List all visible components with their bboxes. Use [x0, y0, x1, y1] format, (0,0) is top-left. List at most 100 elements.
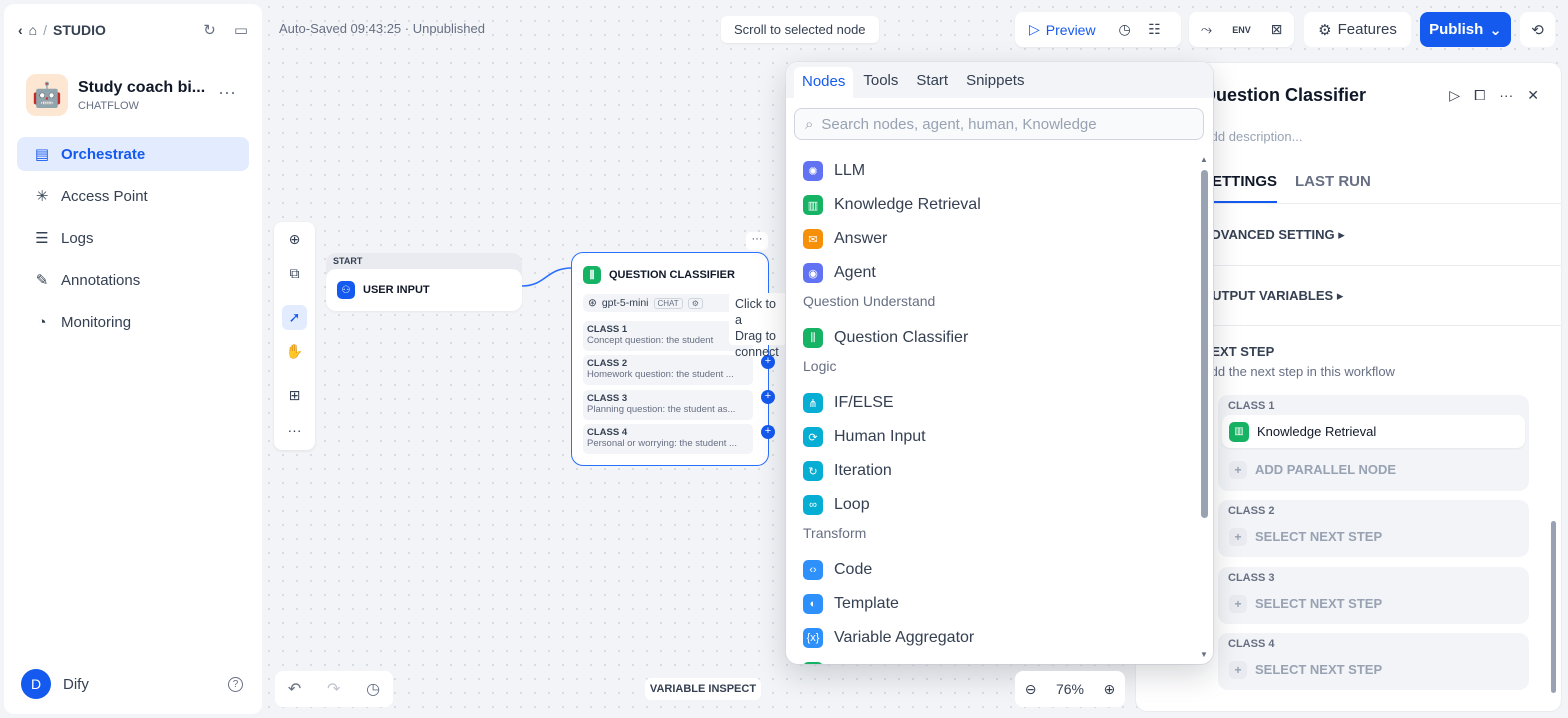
more-options-icon[interactable]: ··· [282, 417, 307, 442]
features-button[interactable]: ⚙ Features [1304, 12, 1411, 47]
env-icon[interactable]: ENV [1227, 15, 1257, 45]
breadcrumb-studio[interactable]: STUDIO [53, 22, 106, 38]
description-input[interactable]: Add description... [1202, 129, 1302, 144]
add-note-icon[interactable]: ⧉ [282, 261, 307, 286]
sidebar-item-orchestrate[interactable]: ▤ Orchestrate [17, 137, 249, 171]
select-next-step-button[interactable]: + SELECT NEXT STEP [1222, 587, 1525, 620]
user-account[interactable]: D Dify [21, 669, 89, 699]
picker-scrollbar[interactable] [1201, 170, 1208, 518]
node-option-llm[interactable]: ✺ LLM [803, 161, 865, 181]
qc-class-row: CLASS 4 Personal or worrying: the studen… [583, 424, 753, 454]
node-option-doc-extractor[interactable]: ▤ Doc Extractor [803, 662, 931, 664]
select-next-step-button[interactable]: + SELECT NEXT STEP [1222, 653, 1525, 686]
node-option-variable-aggregator[interactable]: {x} Variable Aggregator [803, 628, 974, 648]
agent-icon: ◉ [803, 263, 823, 283]
select-next-step-button[interactable]: + SELECT NEXT STEP [1222, 520, 1525, 553]
add-parallel-node-button[interactable]: + ADD PARALLEL NODE [1222, 453, 1525, 486]
close-icon[interactable]: ✕ [1527, 87, 1539, 104]
node-option-answer[interactable]: ✉ Answer [803, 229, 887, 249]
node-search-input[interactable]: ⌕ Search nodes, agent, human, Knowledge [794, 108, 1204, 140]
undo-icon[interactable]: ↶ [288, 679, 301, 699]
more-icon[interactable]: ··· [1499, 87, 1513, 104]
sidebar-item-access-point[interactable]: ✳ Access Point [17, 179, 249, 213]
home-icon[interactable]: ⌂ [29, 22, 37, 38]
features-icon: ⚙ [1318, 21, 1332, 39]
redo-icon[interactable]: ↷ [327, 679, 340, 699]
qc-node-title: ⫼ QUESTION CLASSIFIER [583, 266, 735, 284]
tab-tools[interactable]: Tools [855, 66, 906, 95]
node-option-knowledge-retrieval[interactable]: ▥ Knowledge Retrieval [803, 195, 981, 215]
pointer-icon[interactable]: ➚ [282, 305, 307, 330]
class-label: CLASS 4 [1228, 638, 1275, 650]
node-more-icon[interactable]: ··· [746, 232, 768, 250]
node-option-label: LLM [834, 162, 866, 179]
refresh-icon[interactable]: ↻ [203, 21, 216, 39]
doc-extractor-icon: ▤ [803, 662, 823, 664]
conversation-variable-icon[interactable]: ⤳ [1192, 15, 1222, 45]
zoom-in-icon[interactable]: ⊕ [1104, 681, 1116, 698]
zoom-out-icon[interactable]: ⊖ [1025, 681, 1037, 698]
history-icon[interactable]: ◷ [366, 679, 380, 699]
breadcrumb-separator: / [43, 22, 48, 38]
node-option-loop[interactable]: ∞ Loop [803, 495, 870, 515]
node-option-template[interactable]: ◐ Template [803, 594, 899, 614]
add-node-icon[interactable]: ⊕ [282, 227, 307, 252]
tab-snippets[interactable]: Snippets [958, 66, 1032, 95]
sidebar-item-logs[interactable]: ☰ Logs [17, 221, 249, 255]
play-icon: ▷ [1029, 21, 1040, 37]
hand-icon[interactable]: ✋ [282, 339, 307, 364]
scroll-up-arrow-icon[interactable]: ▲ [1200, 155, 1208, 164]
organize-blocks-icon[interactable]: ⊞ [282, 383, 307, 408]
scroll-to-selected-button[interactable]: Scroll to selected node [721, 16, 879, 43]
sidebar-header-icons: ↻ ▭ [203, 21, 248, 39]
node-option-question-classifier[interactable]: ⫼ Question Classifier [803, 328, 968, 348]
class-name: CLASS 2 [587, 358, 628, 369]
scroll-down-arrow-icon[interactable]: ▼ [1200, 650, 1208, 659]
output-variables-toggle[interactable]: OUTPUT VARIABLES ▸ [1202, 288, 1343, 304]
sidebar-item-annotations[interactable]: ✎ Annotations [17, 263, 249, 297]
add-next-node-handle[interactable]: + [761, 390, 775, 404]
variable-icon[interactable]: ⊠ [1262, 15, 1292, 45]
knowledge-retrieval-icon: ▥ [803, 195, 823, 215]
checklist-icon[interactable]: ◷ [1110, 15, 1140, 45]
add-next-node-handle[interactable]: + [761, 425, 775, 439]
advanced-setting-toggle[interactable]: ADVANCED SETTING ▸ [1202, 227, 1345, 243]
panel-title: Question Classifier [1202, 85, 1367, 105]
variable-inspect-button[interactable]: VARIABLE INSPECT [645, 678, 761, 700]
node-option-code[interactable]: ‹› Code [803, 560, 872, 580]
env-toolbar: ⤳ ENV ⊠ [1189, 12, 1294, 47]
model-selector[interactable]: ⊛ gpt-5-mini CHAT ⚙ [583, 294, 743, 312]
model-mode-tag: CHAT [653, 297, 683, 309]
version-history-icon[interactable]: ⟲ [1520, 12, 1555, 47]
run-node-icon[interactable]: ▷ [1449, 87, 1460, 104]
user-input-node[interactable]: ⚇ USER INPUT [326, 269, 522, 311]
node-option-label: Human Input [834, 428, 926, 445]
model-config-icon[interactable]: ⚙ [687, 297, 703, 309]
node-option-human-input[interactable]: ⟳ Human Input [803, 427, 926, 447]
class-desc: Personal or worrying: the student ... [587, 438, 737, 449]
qc-class-row: CLASS 2 Homework question: the student .… [583, 355, 753, 385]
collapse-sidebar-icon[interactable]: ▭ [234, 21, 248, 39]
tab-start[interactable]: Start [908, 66, 956, 95]
publish-button[interactable]: Publish ⌄ [1420, 12, 1511, 47]
app-card[interactable]: 🤖 Study coach bi... CHATFLOW ··· [26, 74, 244, 116]
tooltip-line: Drag to [735, 329, 776, 343]
help-icon[interactable]: ? [228, 677, 243, 692]
next-node-knowledge-retrieval[interactable]: ▥ Knowledge Retrieval [1222, 415, 1525, 448]
list-icon[interactable]: ☷ [1140, 15, 1170, 45]
node-option-iteration[interactable]: ↻ Iteration [803, 461, 892, 481]
tab-settings[interactable]: SETTINGS [1202, 173, 1278, 203]
node-option-agent[interactable]: ◉ Agent [803, 263, 876, 283]
tab-last-run[interactable]: LAST RUN [1295, 173, 1371, 203]
zoom-level[interactable]: 76% [1056, 681, 1084, 697]
more-icon[interactable]: ··· [218, 82, 236, 103]
tab-nodes[interactable]: Nodes [794, 66, 854, 102]
sidebar-item-monitoring[interactable]: ◔ Monitoring [17, 305, 249, 339]
user-input-icon: ⚇ [337, 281, 355, 299]
panel-scrollbar[interactable] [1551, 521, 1556, 693]
node-option-if-else[interactable]: ⋔ IF/ELSE [803, 393, 894, 413]
preview-button[interactable]: ▷ Preview [1015, 21, 1110, 38]
annotations-icon: ✎ [35, 272, 49, 289]
help-docs-icon[interactable]: ⧠ [1474, 87, 1485, 104]
back-chevron-icon[interactable]: ‹ [18, 22, 23, 38]
